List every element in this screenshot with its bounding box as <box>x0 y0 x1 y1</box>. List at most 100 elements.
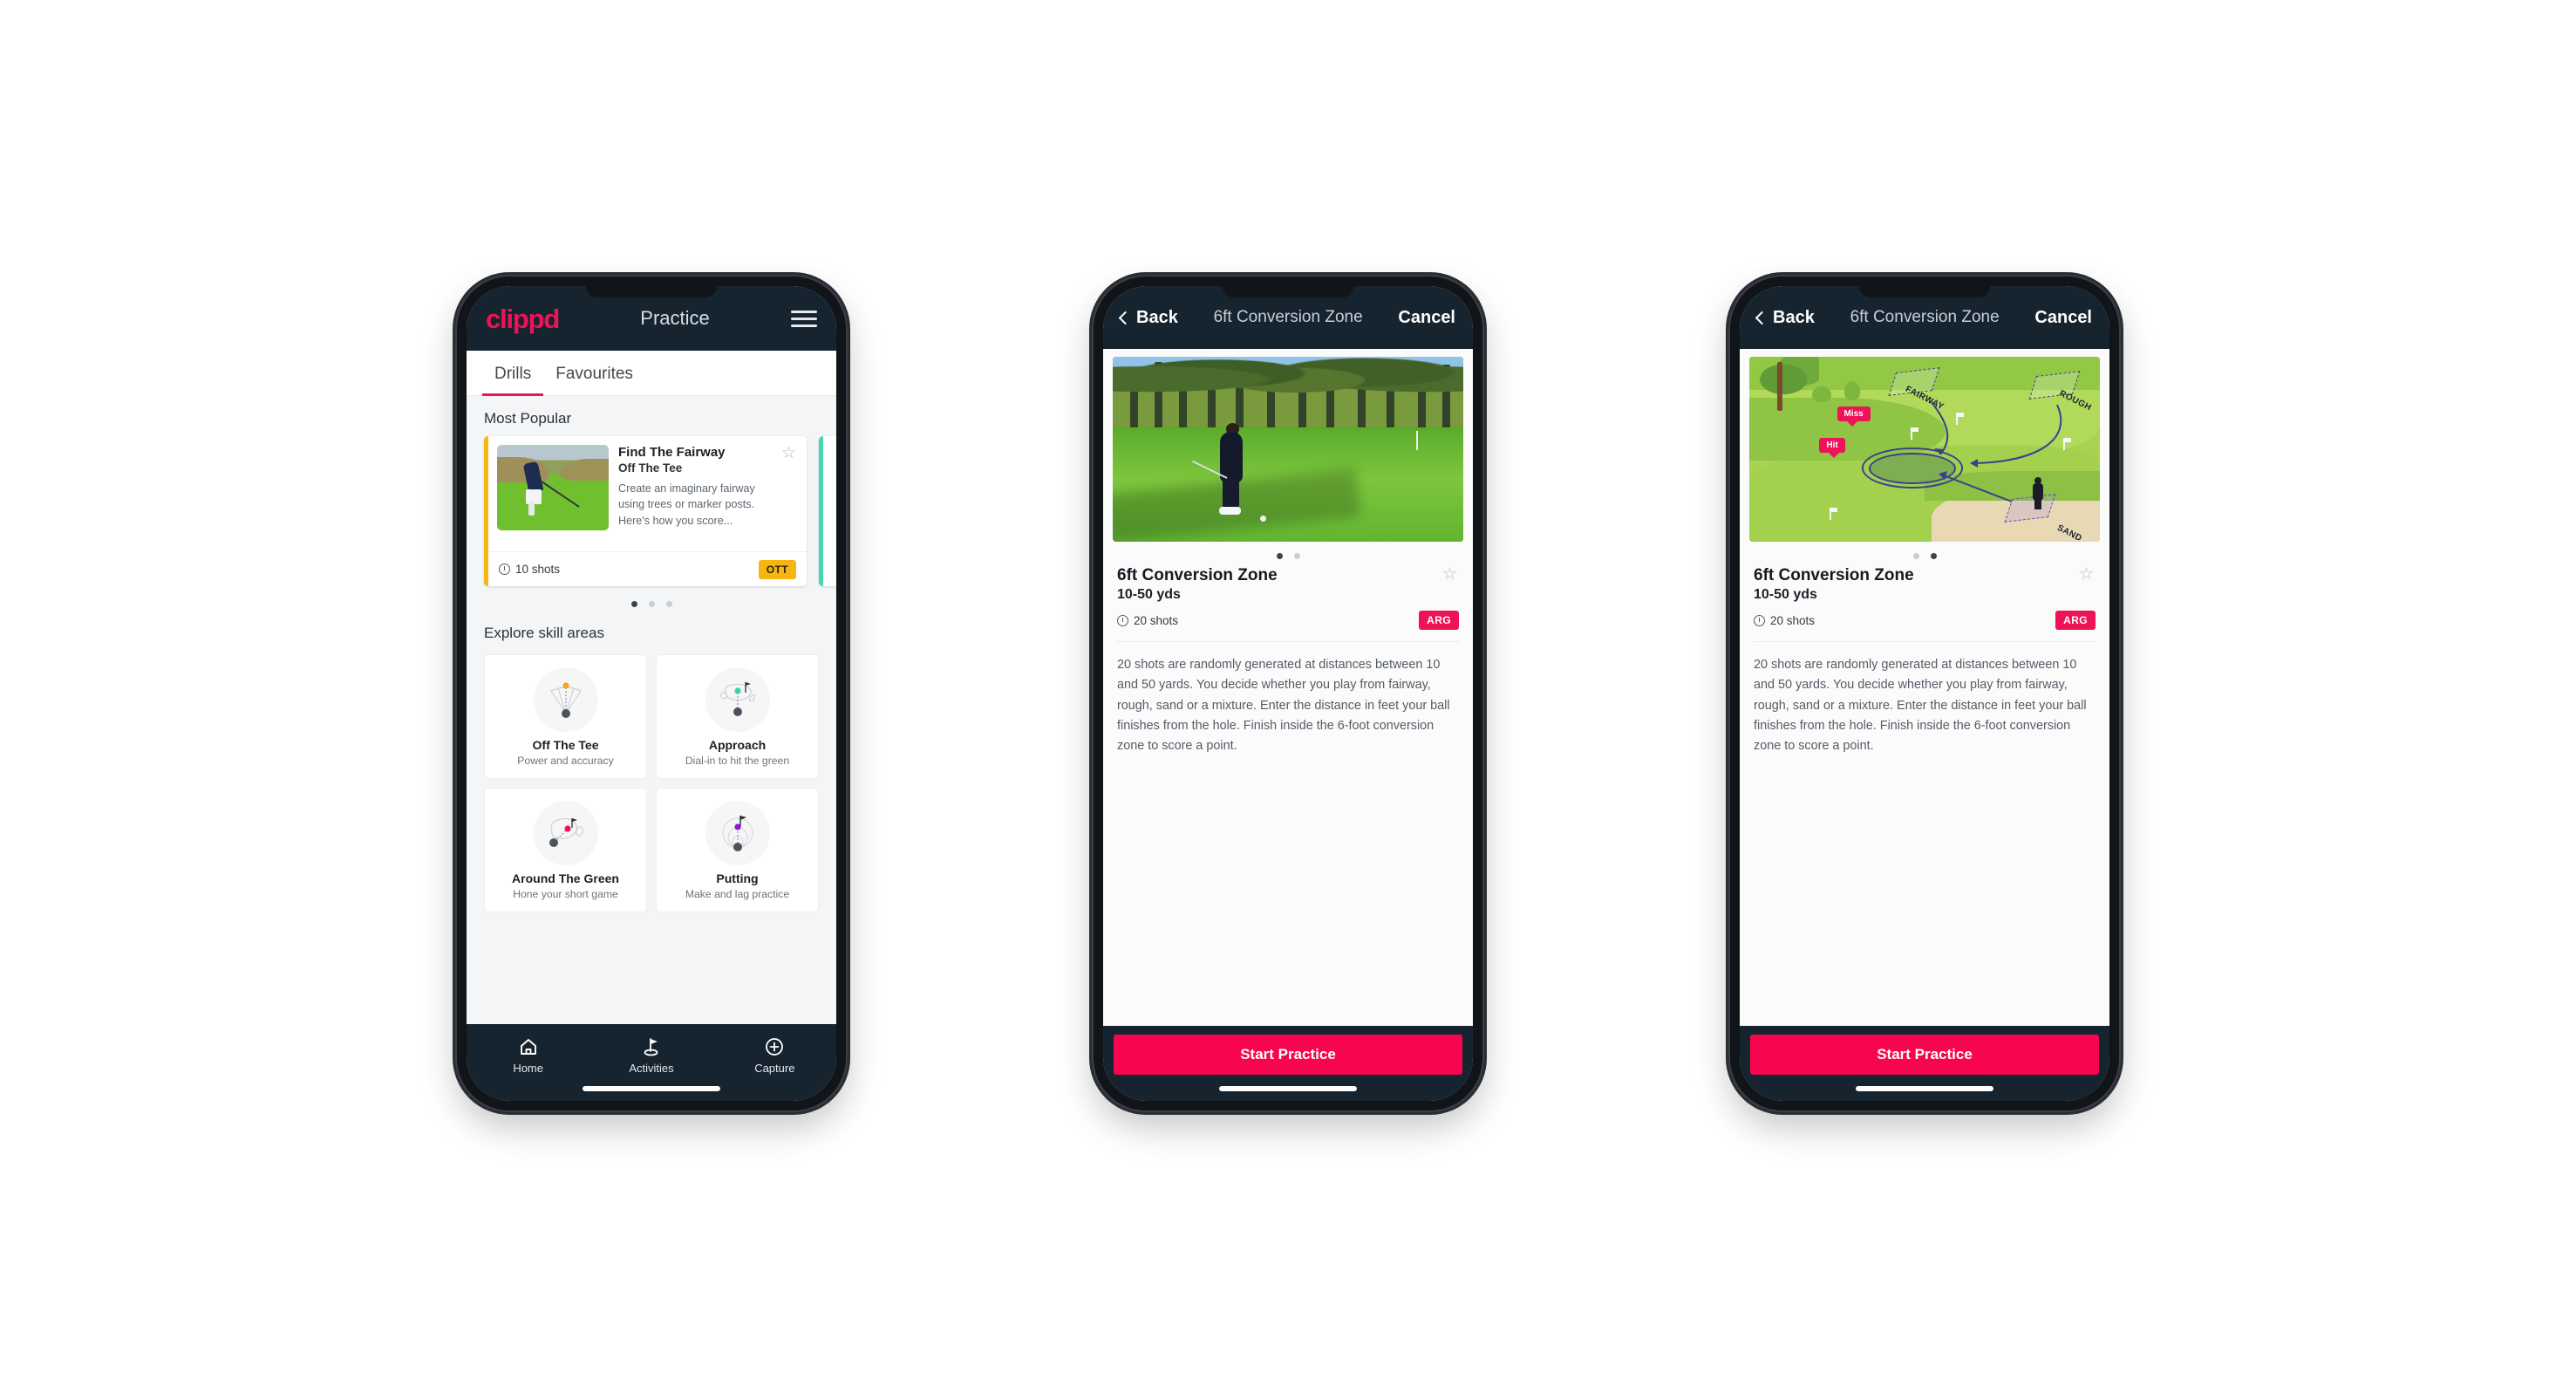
media-dot[interactable] <box>1912 553 1919 559</box>
diagram-flag <box>1956 412 1963 425</box>
media-dot[interactable] <box>1930 553 1937 559</box>
skill-sub: Make and lag practice <box>685 888 790 900</box>
back-button[interactable]: Back <box>1118 308 1178 328</box>
photo-golf-ball <box>1259 515 1266 522</box>
drill-card-text: Find The Fairway Off The Tee Create an i… <box>618 445 772 544</box>
star-outline-icon[interactable]: ☆ <box>1442 566 1459 583</box>
chevron-left-icon <box>1755 311 1769 325</box>
screenshot-stage: clippd Practice Drills Favourites Most P… <box>0 0 2576 1387</box>
skill-name: Putting <box>716 871 759 885</box>
hamburger-line <box>791 310 817 313</box>
hamburger-icon[interactable] <box>791 310 817 327</box>
tab-favourites[interactable]: Favourites <box>543 351 645 395</box>
detail-title: 6ft Conversion Zone <box>1754 566 1914 584</box>
drill-video-thumbnail[interactable] <box>1113 357 1463 542</box>
screen-detail-diagram: Back 6ft Conversion Zone Cancel FAIRWAY … <box>1740 286 2109 1101</box>
device-notch <box>1859 286 1990 297</box>
diagram-shot-arrows <box>1931 401 2062 502</box>
photo-golfer <box>1191 423 1244 516</box>
device-notch <box>1223 286 1353 297</box>
media-dots <box>1740 542 2109 563</box>
detail-content: 6ft Conversion Zone 10-50 yds ☆ 20 shots… <box>1103 349 1473 1026</box>
approach-green-icon <box>705 667 770 732</box>
thumb-golfer-leg <box>528 501 535 516</box>
media-dot[interactable] <box>1276 553 1283 559</box>
section-most-popular: Most Popular <box>484 410 572 427</box>
cancel-button[interactable]: Cancel <box>1398 308 1455 328</box>
thumb-rough-right <box>559 458 609 482</box>
clock-icon <box>1754 614 1765 626</box>
cancel-button[interactable]: Cancel <box>2034 308 2092 328</box>
golf-flag-icon <box>589 1035 712 1058</box>
media-dots <box>1103 542 1473 563</box>
detail-shots-label: 20 shots <box>1134 613 1179 627</box>
drill-name: Find The Fairway <box>618 445 726 460</box>
media-dot[interactable] <box>1293 553 1300 559</box>
status-badge: ARG <box>1419 611 1459 630</box>
skill-card-approach[interactable]: Approach Dial-in to hit the green <box>656 654 819 779</box>
diagram-golfer <box>2032 476 2044 509</box>
drill-shots-label: 10 shots <box>515 563 561 576</box>
tabbar-item-activities[interactable]: Activities <box>589 1035 712 1075</box>
back-button[interactable]: Back <box>1755 308 1815 328</box>
detail-title-row: 6ft Conversion Zone 10-50 yds ☆ <box>1117 566 1459 603</box>
diagram-flag <box>2063 438 2070 451</box>
photo-tree-canopy <box>1113 357 1463 413</box>
star-outline-icon[interactable]: ☆ <box>781 445 798 461</box>
skill-card-putting[interactable]: Putting Make and lag practice <box>656 788 819 912</box>
skill-card-off-the-tee[interactable]: Off The Tee Power and accuracy <box>484 654 647 779</box>
skill-sub: Hone your short game <box>513 888 618 900</box>
carousel-dot[interactable] <box>665 601 672 607</box>
tabbar-item-capture[interactable]: Capture <box>713 1035 836 1075</box>
skill-name: Around The Green <box>512 871 619 885</box>
skill-sub: Dial-in to hit the green <box>685 755 790 767</box>
start-practice-button[interactable]: Start Practice <box>1750 1035 2099 1075</box>
status-badge: OTT <box>758 559 796 579</box>
practice-content: Most Popular Find The Fairway Off The Te… <box>467 396 836 1024</box>
diagram-flag <box>1910 427 1917 440</box>
drill-card-footer: 10 shots OTT <box>488 551 807 586</box>
home-indicator <box>583 1086 720 1091</box>
clock-icon <box>499 564 510 575</box>
tabbar-item-home[interactable]: Home <box>467 1035 589 1075</box>
carousel-dot[interactable] <box>648 601 655 607</box>
skill-name: Approach <box>708 738 767 752</box>
carousel-dot[interactable] <box>630 601 637 607</box>
clock-icon <box>1117 614 1128 626</box>
home-indicator <box>1219 1086 1357 1091</box>
home-icon <box>467 1035 589 1058</box>
phone-practice-list: clippd Practice Drills Favourites Most P… <box>455 275 848 1112</box>
detail-header: 6ft Conversion Zone 10-50 yds ☆ 20 shots… <box>1103 563 1473 642</box>
detail-description: 20 shots are randomly generated at dista… <box>1754 658 2087 754</box>
drill-shots: 10 shots <box>499 563 560 576</box>
detail-yards: 10-50 yds <box>1117 587 1181 602</box>
tabbar-label: Home <box>513 1062 543 1075</box>
screen-detail-video: Back 6ft Conversion Zone Cancel 6ft Conv… <box>1103 286 1473 1101</box>
hamburger-line <box>791 317 817 320</box>
drill-category: Off The Tee <box>618 461 683 475</box>
skill-sub: Power and accuracy <box>517 755 614 767</box>
detail-shots: 20 shots <box>1117 614 1178 627</box>
home-indicator <box>1856 1086 1993 1091</box>
drill-thumbnail <box>497 445 609 530</box>
callout-miss: Miss <box>1837 407 1871 427</box>
detail-shot-row: 20 shots ARG <box>1117 611 1459 642</box>
drill-diagram-thumbnail[interactable]: FAIRWAY ROUGH SAND Miss Hit <box>1749 357 2100 542</box>
phone-drill-detail-video: Back 6ft Conversion Zone Cancel 6ft Conv… <box>1092 275 1484 1112</box>
drill-carousel[interactable]: Find The Fairway Off The Tee Create an i… <box>467 436 836 590</box>
detail-header: 6ft Conversion Zone 10-50 yds ☆ 20 shots… <box>1740 563 2109 642</box>
drill-card-next-peek[interactable] <box>819 436 836 586</box>
skill-grid: Off The Tee Power and accuracy Approach … <box>467 651 836 926</box>
plus-circle-icon <box>713 1035 836 1058</box>
detail-shot-row: 20 shots ARG <box>1754 611 2096 642</box>
start-practice-button[interactable]: Start Practice <box>1114 1035 1462 1075</box>
screen-practice: clippd Practice Drills Favourites Most P… <box>467 286 836 1101</box>
star-outline-icon[interactable]: ☆ <box>2079 566 2096 583</box>
callout-hit: Hit <box>1819 438 1845 459</box>
tab-drills[interactable]: Drills <box>482 351 544 396</box>
drill-card[interactable]: Find The Fairway Off The Tee Create an i… <box>484 436 807 586</box>
skill-card-around-the-green[interactable]: Around The Green Hone your short game <box>484 788 647 912</box>
phone-drill-detail-diagram: Back 6ft Conversion Zone Cancel FAIRWAY … <box>1728 275 2121 1112</box>
chip-green-icon <box>533 801 598 865</box>
golf-course-diagram: FAIRWAY ROUGH SAND Miss Hit <box>1749 357 2100 542</box>
